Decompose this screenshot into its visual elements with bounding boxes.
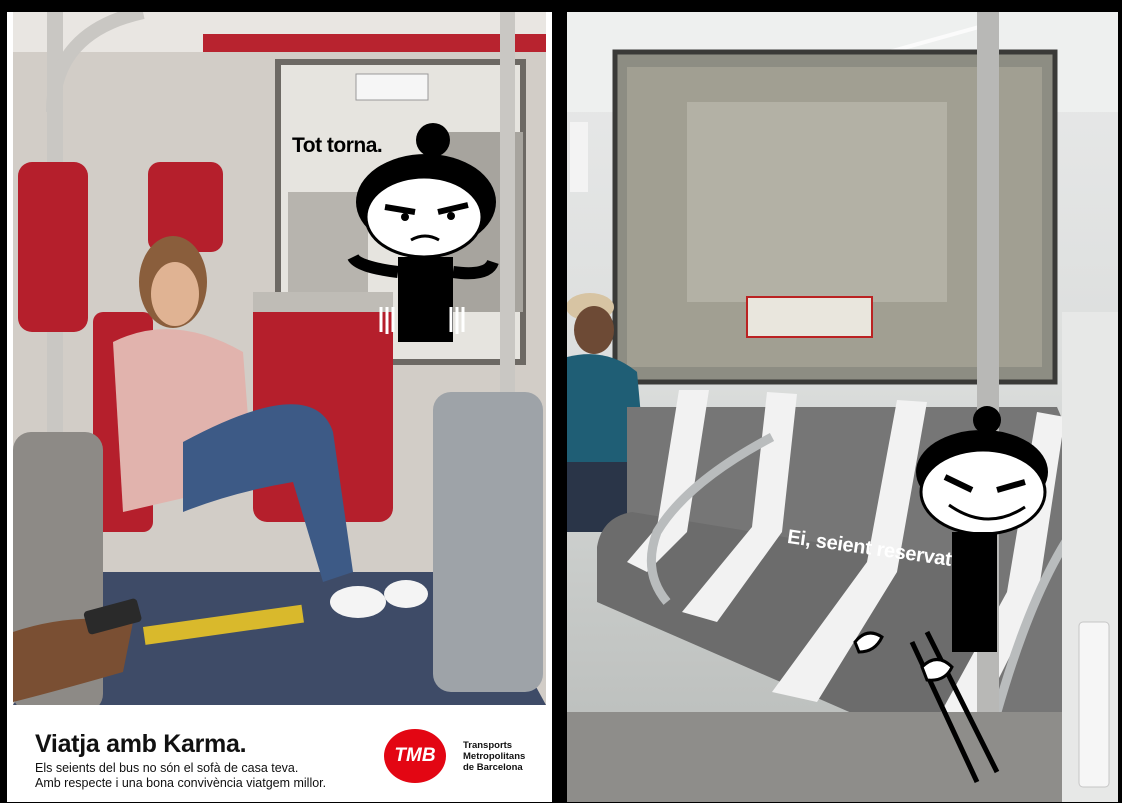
poster-panel: Tot torna. Viatja amb Karma. Els seients… — [7, 12, 552, 802]
metro-seat-photo: Ei, seient reservat — [567, 12, 1118, 802]
speech-text: Tot torna. — [292, 134, 383, 157]
poster-line-1: Els seients del bus no són el sofà de ca… — [35, 761, 299, 775]
tmb-logo-text: TMB — [394, 745, 436, 766]
metro-scene-illustration — [567, 12, 1118, 802]
tmb-logo: TMB — [383, 728, 447, 784]
bus-scene-illustration — [13, 12, 546, 705]
poster-headline: Viatja amb Karma. — [35, 730, 247, 758]
brand-line-1: Transports — [463, 740, 513, 751]
brand-line-2: Metropolitans — [463, 751, 526, 762]
poster-line-2: Amb respecte i una bona convivència viat… — [35, 776, 327, 790]
poster-footer: Viatja amb Karma. Els seients del bus no… — [7, 710, 552, 802]
brand-line-3: de Barcelona — [463, 762, 523, 773]
bus-interior-photo: Tot torna. — [13, 12, 546, 705]
